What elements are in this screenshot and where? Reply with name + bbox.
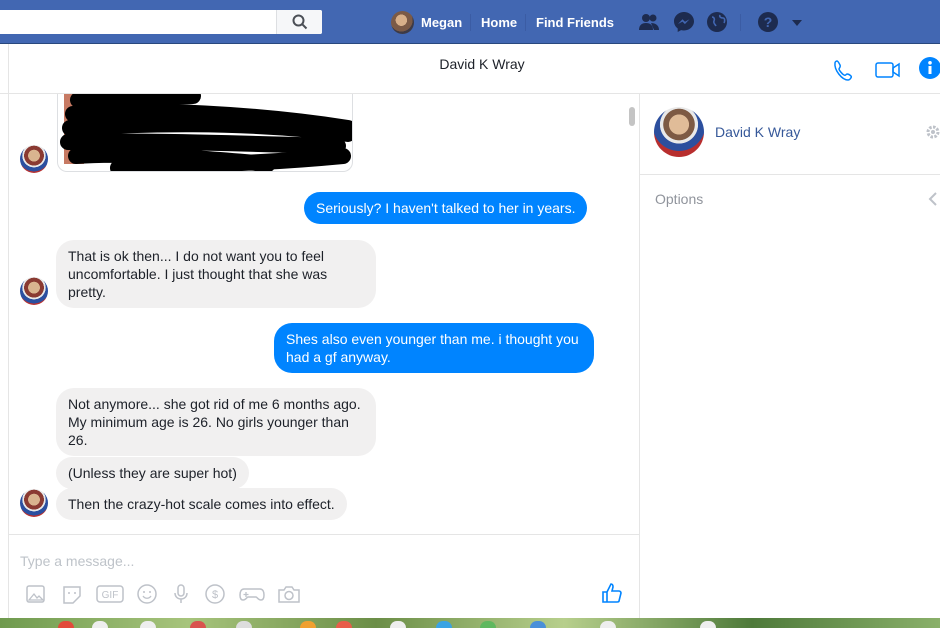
gif-icon[interactable]: GIF (95, 583, 125, 605)
shared-photo-redacted[interactable] (57, 94, 353, 172)
send-money-icon[interactable]: $ (203, 583, 227, 605)
add-photo-icon[interactable] (24, 583, 48, 605)
dock-app-icon[interactable] (92, 621, 108, 628)
account-menu-chevron-icon[interactable] (790, 11, 804, 33)
message-bubble-incoming: Then the crazy-hot scale comes into effe… (56, 488, 347, 520)
messenger-icon[interactable] (673, 11, 695, 33)
camera-icon[interactable] (276, 583, 302, 605)
dock-app-icon[interactable] (140, 621, 156, 628)
conversation-header: David K Wray (0, 44, 940, 94)
nav-separator (470, 14, 471, 31)
dock-app-icon[interactable] (236, 621, 252, 628)
dock-app-icon[interactable] (336, 621, 352, 628)
sticker-icon[interactable] (60, 583, 84, 605)
nav-separator (740, 14, 741, 31)
message-composer: Type a message... GIF $ (9, 534, 639, 618)
nav-find-friends-link[interactable]: Find Friends (536, 15, 614, 30)
svg-text:GIF: GIF (102, 590, 119, 601)
options-section-label[interactable]: Options (655, 191, 703, 207)
settings-gear-icon[interactable] (925, 124, 940, 140)
message-bubble-outgoing: Shes also even younger than me. i though… (274, 323, 594, 373)
help-icon[interactable]: ? (757, 11, 779, 33)
dock-app-icon[interactable] (390, 621, 406, 628)
conversation-info-icon[interactable] (918, 56, 940, 80)
sender-avatar[interactable] (20, 489, 48, 517)
nav-home-link[interactable]: Home (481, 15, 517, 30)
friend-requests-icon[interactable] (638, 11, 660, 33)
contact-name-link[interactable]: David K Wray (715, 124, 800, 140)
svg-text:?: ? (764, 14, 773, 30)
like-thumbs-up-icon[interactable] (600, 582, 624, 604)
games-icon[interactable] (238, 583, 266, 605)
message-bubble-incoming: Not anymore... she got rid of me 6 month… (56, 388, 376, 456)
message-bubble-outgoing: Seriously? I haven't talked to her in ye… (304, 192, 588, 224)
contact-avatar[interactable] (654, 107, 704, 157)
dock-app-icon[interactable] (530, 621, 546, 628)
message-scrollbar[interactable] (629, 107, 635, 126)
conversation-title: David K Wray (439, 56, 525, 72)
search-icon (292, 14, 307, 30)
microphone-icon[interactable] (169, 583, 193, 605)
dock-app-icon[interactable] (600, 621, 616, 628)
message-bubble-incoming: That is ok then... I do not want you to … (56, 240, 376, 308)
message-bubble-incoming: (Unless they are super hot) (56, 457, 249, 489)
message-list[interactable]: Seriously? I haven't talked to her in ye… (9, 94, 639, 534)
nav-separator (525, 14, 526, 31)
voice-call-icon[interactable] (832, 58, 856, 82)
emoji-icon[interactable] (135, 583, 159, 605)
top-nav-bar: Megan Home Find Friends ? (0, 0, 940, 44)
dock-app-icon[interactable] (700, 621, 716, 628)
search-input[interactable] (0, 10, 322, 34)
notifications-globe-icon[interactable] (706, 11, 728, 33)
nav-profile-link[interactable]: Megan (421, 15, 462, 30)
dock-app-icon[interactable] (436, 621, 452, 628)
dock-app-icon[interactable] (480, 621, 496, 628)
message-input[interactable]: Type a message... (20, 553, 134, 569)
chevron-left-icon[interactable] (927, 191, 939, 207)
dock-app-icon[interactable] (300, 621, 316, 628)
sender-avatar[interactable] (20, 145, 48, 173)
user-avatar[interactable] (391, 11, 414, 34)
search-button[interactable] (276, 10, 322, 34)
video-call-icon[interactable] (874, 58, 902, 82)
svg-text:$: $ (212, 589, 218, 601)
panel-divider (640, 174, 940, 175)
redaction-scribble (60, 94, 352, 171)
dock-app-icon[interactable] (190, 621, 206, 628)
sender-avatar[interactable] (20, 277, 48, 305)
dock-app-icon[interactable] (58, 621, 74, 628)
conversation-details-panel: David K Wray Options (639, 94, 940, 618)
